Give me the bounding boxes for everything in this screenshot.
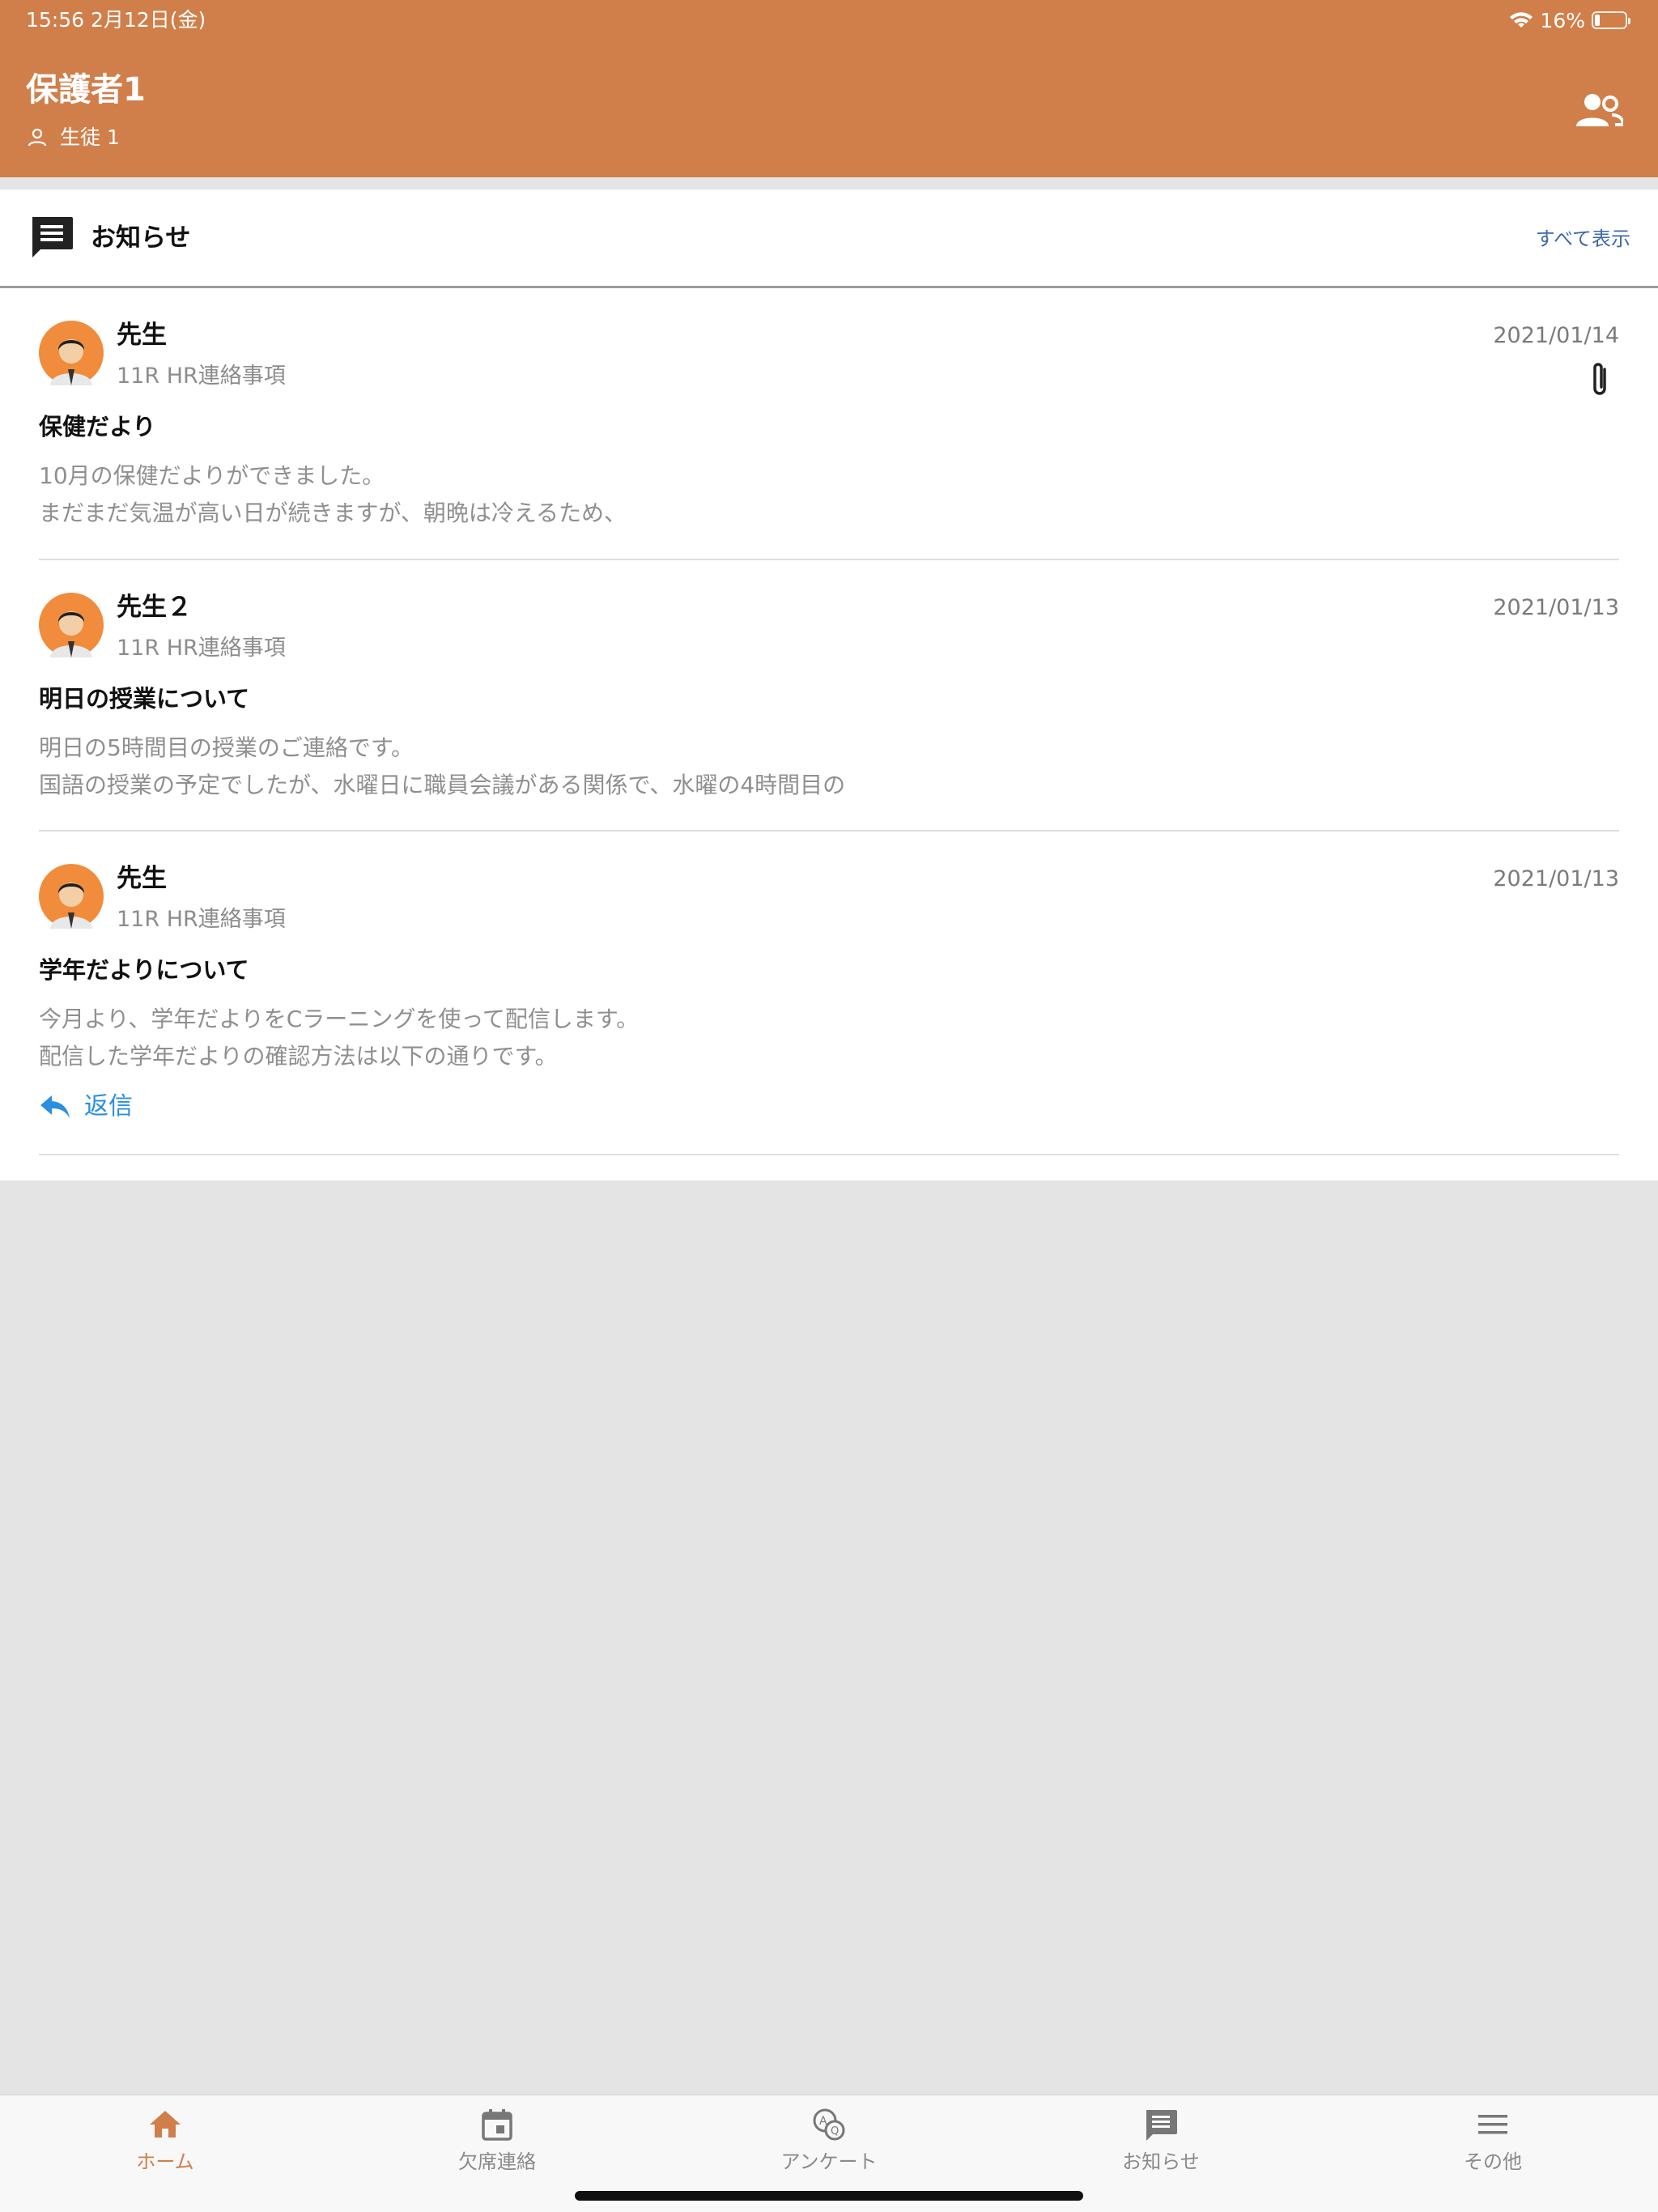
see-all-link[interactable]: すべて表示 [1536, 225, 1630, 253]
tab-notices[interactable]: お知らせ [1039, 2107, 1282, 2188]
page-title: 保護者1 [26, 71, 146, 108]
notice-subject: 明日の授業について [39, 685, 250, 713]
reply-button[interactable]: 返信 [39, 1089, 133, 1125]
notice-body-line: 明日の5時間目の授業のご連絡です。 [39, 734, 414, 761]
app-header: 15:56 2月12日(金) 16% 保護者1 生徒 1 [0, 0, 1658, 177]
wifi-icon [1510, 12, 1533, 28]
notices-section-header: お知らせ すべて表示 [0, 189, 1658, 288]
notice-item[interactable]: 先生 11R HR連絡事項 2021/01/13 学年だよりについて 今月より、… [39, 832, 1619, 1155]
notice-sender: 先生 [117, 321, 167, 350]
message-icon [32, 217, 73, 257]
tab-label: その他 [1464, 2150, 1522, 2173]
svg-text:Q: Q [831, 2125, 839, 2138]
reply-icon [40, 1095, 70, 1118]
notice-item[interactable]: 先生 11R HR連絡事項 2021/01/14 保健だより 10月の保健だより… [39, 288, 1619, 560]
notice-sender: 先生２ [117, 593, 192, 622]
section-title: お知らせ [91, 223, 191, 253]
person-icon [28, 128, 47, 147]
notice-body-line: 10月の保健だよりができました。 [39, 462, 385, 489]
message-icon [1146, 2110, 1177, 2141]
tab-other[interactable]: その他 [1371, 2107, 1614, 2188]
tab-label: お知らせ [1122, 2150, 1200, 2173]
calendar-icon [482, 2109, 512, 2141]
notice-body-line: 配信した学年だよりの確認方法は以下の通りです。 [39, 1043, 558, 1070]
notice-item[interactable]: 先生２ 11R HR連絡事項 2021/01/13 明日の授業について 明日の5… [39, 560, 1619, 832]
student-selector[interactable]: 生徒 1 [28, 123, 120, 152]
notice-subject: 学年だよりについて [39, 956, 249, 984]
notice-subject: 保健だより [39, 413, 156, 440]
tab-home[interactable]: ホーム [44, 2107, 287, 2188]
notice-date: 2021/01/13 [1493, 866, 1619, 891]
menu-icon [1478, 2115, 1507, 2134]
notice-category: 11R HR連絡事項 [117, 907, 286, 932]
battery-percent: 16% [1540, 8, 1585, 32]
tab-absence[interactable]: 欠席連絡 [376, 2107, 619, 2188]
survey-icon: A Q [813, 2108, 845, 2141]
attachment-icon [1593, 363, 1606, 395]
home-indicator[interactable] [575, 2191, 1083, 2201]
notice-date: 2021/01/13 [1493, 595, 1619, 620]
tab-survey[interactable]: A Q アンケート [708, 2107, 950, 2188]
status-indicators: 16% [1509, 8, 1630, 32]
teacher-avatar [39, 593, 104, 657]
teacher-avatar [39, 864, 104, 929]
battery-icon [1592, 11, 1630, 29]
tab-label: 欠席連絡 [458, 2150, 536, 2173]
switch-account-button[interactable] [1574, 84, 1626, 136]
notices-card: お知らせ すべて表示 先生 11R HR連絡事項 2021/01/14 保健だよ… [0, 189, 1658, 1180]
student-name: 生徒 1 [60, 125, 120, 149]
notice-category: 11R HR連絡事項 [117, 364, 286, 389]
teacher-avatar [39, 321, 104, 385]
people-icon [1576, 94, 1623, 126]
notice-body-line: 今月より、学年だよりをCラーニングを使って配信します。 [39, 1006, 640, 1032]
notice-body-line: 国語の授業の予定でしたが、水曜日に職員会議がある関係で、水曜の4時間目の [39, 772, 846, 798]
status-time-date: 15:56 2月12日(金) [26, 8, 206, 32]
tab-label: アンケート [780, 2150, 878, 2173]
reply-label: 返信 [84, 1092, 133, 1121]
tab-label: ホーム [136, 2150, 194, 2173]
notice-body-line: まだまだ気温が高い日が続きますが、朝晩は冷えるため、 [39, 500, 627, 526]
home-icon [150, 2111, 181, 2138]
notice-sender: 先生 [117, 864, 167, 893]
notice-category: 11R HR連絡事項 [117, 636, 286, 661]
notice-date: 2021/01/14 [1493, 323, 1619, 348]
